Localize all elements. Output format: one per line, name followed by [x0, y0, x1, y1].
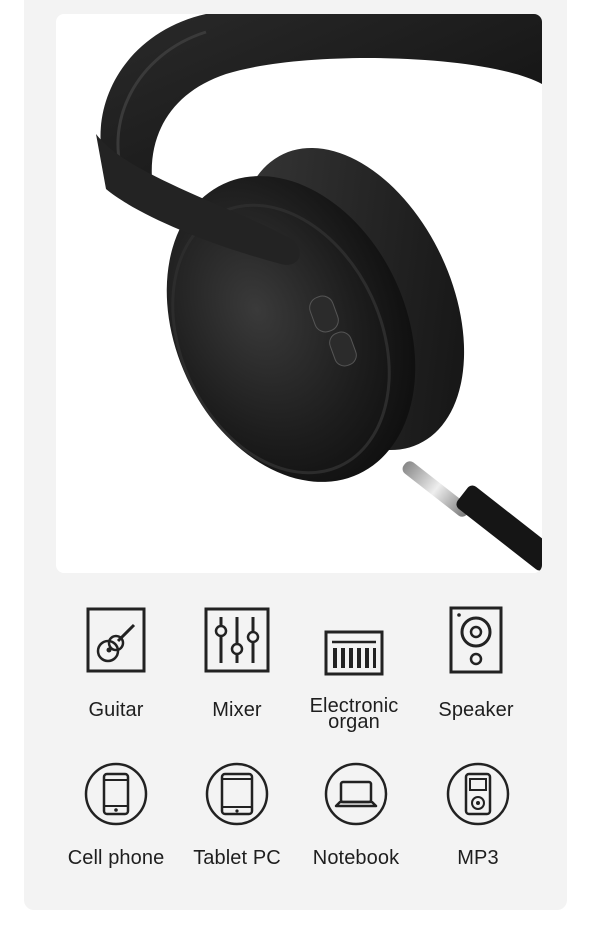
device-notebook: Notebook — [304, 760, 408, 880]
cell-phone-label: Cell phone — [67, 847, 165, 869]
laptop-icon — [324, 762, 388, 826]
product-photo — [56, 14, 542, 573]
speaker-icon — [449, 606, 503, 674]
device-guitar: Guitar — [64, 600, 168, 730]
page: Guitar Mixer Electronic organ Speaker Ce… — [0, 0, 590, 944]
device-cell-phone: Cell phone — [54, 760, 178, 880]
mp3-label: MP3 — [457, 847, 499, 869]
tablet-icon — [205, 762, 269, 826]
device-mp3: MP3 — [426, 760, 530, 880]
device-electronic-organ: Electronic organ — [298, 600, 410, 735]
notebook-label: Notebook — [312, 847, 400, 869]
device-mixer: Mixer — [185, 600, 289, 730]
tablet-pc-label: Tablet PC — [193, 847, 281, 869]
guitar-icon — [86, 607, 146, 673]
aux-cable — [402, 461, 542, 571]
mixer-icon — [204, 607, 270, 673]
speaker-label: Speaker — [438, 699, 514, 721]
device-tablet-pc: Tablet PC — [185, 760, 289, 880]
mixer-label: Mixer — [212, 699, 262, 721]
device-speaker: Speaker — [424, 600, 528, 730]
electronic-organ-label-line2: organ — [328, 711, 380, 733]
guitar-label: Guitar — [88, 699, 144, 721]
phone-icon — [84, 762, 148, 826]
keyboard-icon — [324, 630, 384, 676]
mp3-player-icon — [446, 762, 510, 826]
headphones-image — [96, 14, 542, 571]
